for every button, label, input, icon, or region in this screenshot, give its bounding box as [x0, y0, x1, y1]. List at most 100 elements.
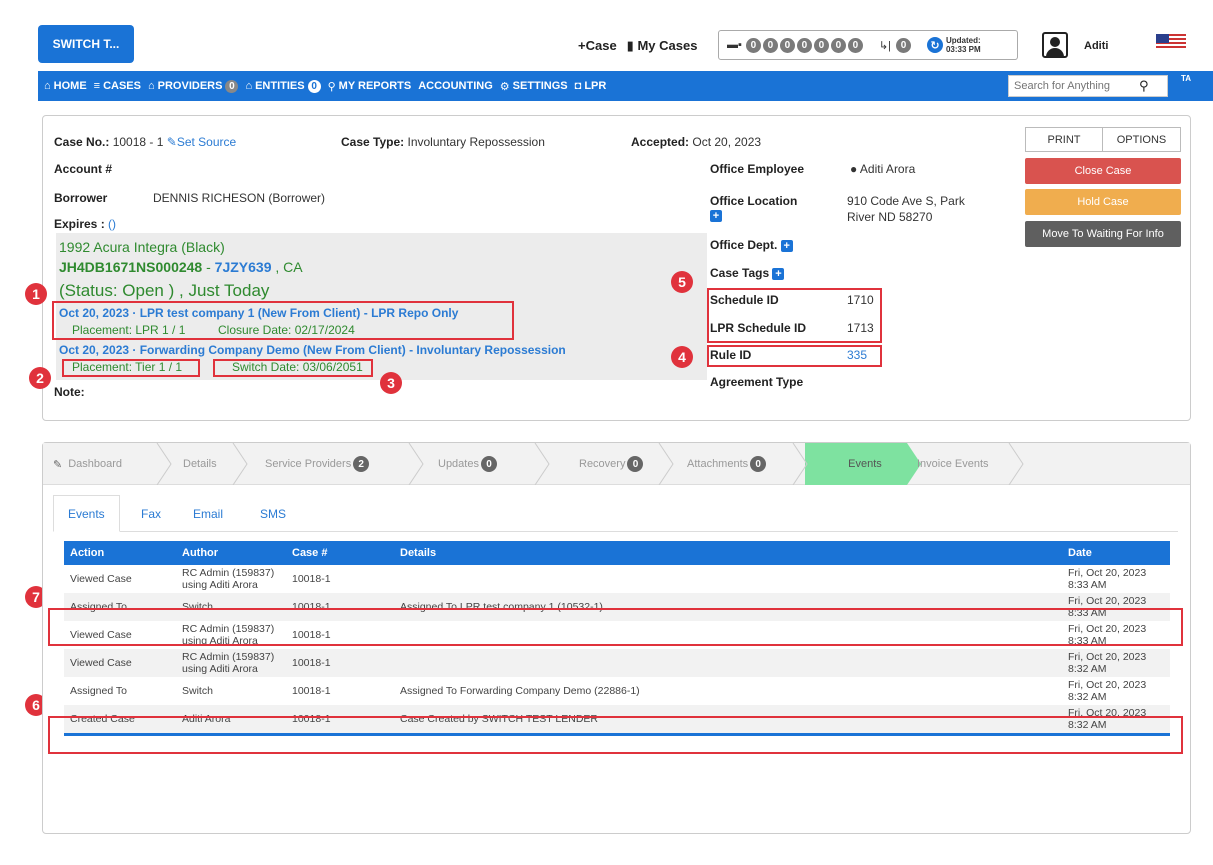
col-details[interactable]: Details: [394, 541, 1062, 565]
nav-providers[interactable]: ⌂ PROVIDERS 0: [148, 79, 239, 93]
username[interactable]: Aditi: [1084, 40, 1108, 52]
nav-entities-label: ENTITIES: [255, 80, 305, 92]
tab-events[interactable]: Events: [53, 495, 120, 532]
col-action[interactable]: Action: [64, 541, 176, 565]
case-no-label: Case No.:: [54, 135, 110, 149]
add-case-tag-icon[interactable]: +: [772, 268, 785, 280]
nav-lpr[interactable]: ◘ LPR: [575, 80, 607, 92]
case-number-row: Case No.: 10018 - 1 ✎Set Source: [54, 135, 236, 149]
hold-case-button[interactable]: Hold Case: [1025, 189, 1181, 215]
highlight-box-assignment-1: [52, 301, 514, 340]
note-label: Note:: [54, 385, 85, 399]
event-date-line2: 8:33 AM: [1068, 579, 1107, 591]
nav-home[interactable]: ⌂ HOME: [44, 80, 87, 92]
assignment-2-title[interactable]: Oct 20, 2023 · Forwarding Company Demo (…: [59, 343, 566, 357]
nav-cases-label: CASES: [103, 80, 141, 92]
nav-entities[interactable]: ⌂ ENTITIES 0: [245, 79, 321, 93]
event-author: RC Admin (159837) using Aditi Arora: [176, 649, 286, 677]
nav-cases[interactable]: ≡ CASES: [94, 80, 141, 92]
counter-digit: 0: [745, 37, 761, 53]
my-cases-link[interactable]: ▮ My Cases: [627, 38, 698, 54]
counter-digit: 0: [796, 37, 812, 53]
office-dept-row: Office Dept. +: [710, 238, 793, 252]
nav-my-reports-label: MY REPORTS: [338, 80, 412, 92]
refresh-icon[interactable]: ↻: [926, 37, 943, 53]
office-location-label: Office Location: [710, 194, 798, 208]
add-office-dept-icon[interactable]: +: [780, 240, 793, 252]
nav-settings-label: SETTINGS: [512, 80, 568, 92]
global-search: ⚲: [1008, 75, 1168, 97]
set-source-link[interactable]: Set Source: [177, 135, 236, 149]
agreement-type-label: Agreement Type: [710, 375, 804, 389]
options-button[interactable]: OPTIONS: [1103, 127, 1181, 152]
entities-count-badge: 0: [307, 79, 321, 93]
case-tags-label: Case Tags: [710, 266, 770, 280]
nav-settings[interactable]: ⚙ SETTINGS: [500, 80, 568, 93]
camera-icon: ◘: [574, 80, 582, 92]
event-author-line2: using Aditi Arora: [182, 663, 258, 675]
close-case-button[interactable]: Close Case: [1025, 158, 1181, 184]
event-action: Assigned To: [70, 685, 128, 697]
case-tags-row: Case Tags +: [710, 266, 785, 280]
home-icon: ⌂: [44, 80, 51, 92]
step-separators: [156, 443, 1024, 485]
event-date-line1: Fri, Oct 20, 2023: [1068, 651, 1147, 663]
nav-overflow[interactable]: TA: [1181, 74, 1191, 83]
col-author[interactable]: Author: [176, 541, 286, 565]
gear-icon: ⚙: [499, 80, 510, 93]
office-location-line1: 910 Code Ave S, Park: [847, 194, 965, 208]
office-employee-value: ● Aditi Arora: [850, 162, 916, 176]
expires-row: Expires : (): [54, 217, 116, 231]
tab-sms[interactable]: SMS: [260, 495, 286, 532]
print-button[interactable]: PRINT: [1025, 127, 1103, 152]
nav-accounting[interactable]: ACCOUNTING: [418, 80, 493, 92]
accepted-value: Oct 20, 2023: [692, 135, 762, 149]
us-flag-icon[interactable]: [1156, 34, 1186, 50]
callout-1: 1: [25, 283, 47, 305]
col-case[interactable]: Case #: [286, 541, 394, 565]
user-avatar-icon[interactable]: [1042, 32, 1068, 58]
event-details: [394, 565, 1062, 593]
highlight-box-rule-id: [707, 345, 882, 367]
event-case-link[interactable]: 10018-1: [286, 565, 394, 593]
move-to-waiting-button[interactable]: Move To Waiting For Info: [1025, 221, 1181, 247]
office-dept-label: Office Dept.: [710, 238, 778, 252]
events-header-row: Action Author Case # Details Date: [64, 541, 1170, 565]
event-case-link[interactable]: 10018-1: [286, 649, 394, 677]
add-office-location-icon[interactable]: +: [710, 210, 722, 222]
menu-icon: ≡: [93, 80, 101, 92]
new-case-link[interactable]: +Case: [578, 38, 617, 54]
app-switcher-button[interactable]: SWITCH T...: [38, 25, 134, 63]
plate-state: , CA: [271, 259, 303, 275]
updated-indicator[interactable]: ↻ Updated: 03:33 PM: [926, 36, 981, 54]
event-subtabs: Events Fax Email SMS: [53, 495, 1178, 532]
accepted-row: Accepted: Oct 20, 2023: [631, 135, 761, 149]
event-author-line2: using Aditi Arora: [182, 579, 258, 591]
account-label: Account #: [54, 162, 113, 176]
case-counter: ▬▪ 0 0 0 0 0 0 0 ↳| 0 ↻ Updated: 03:33 PM: [718, 30, 1018, 60]
expires-value[interactable]: (): [108, 217, 116, 231]
case-no-value: 10018 - 1: [112, 135, 164, 149]
pencil-icon: ✎: [166, 135, 177, 149]
nav-home-label: HOME: [53, 80, 87, 92]
briefcase-icon: ▮: [626, 38, 634, 53]
callout-5: 5: [671, 271, 693, 293]
search-input[interactable]: [1014, 80, 1139, 92]
event-details: [394, 649, 1062, 677]
vin-row: JH4DB1671NS000248 - 7JZY639 , CA: [59, 259, 303, 275]
counter-digit: 0: [830, 37, 846, 53]
plate-link[interactable]: 7JZY639: [215, 259, 272, 275]
tab-email[interactable]: Email: [193, 495, 223, 532]
event-author-line1: RC Admin (159837): [182, 567, 275, 579]
col-date[interactable]: Date: [1062, 541, 1170, 565]
nav-my-reports[interactable]: ⚲ MY REPORTS: [328, 80, 412, 93]
office-employee-label: Office Employee: [710, 162, 805, 176]
event-author-line1: RC Admin (159837): [182, 651, 275, 663]
case-status: (Status: Open ) , Just Today: [59, 281, 270, 300]
vehicle-description: 1992 Acura Integra (Black): [59, 239, 225, 255]
search-icon[interactable]: ⚲: [1139, 78, 1149, 94]
event-case-link[interactable]: 10018-1: [286, 677, 394, 705]
highlight-box-assigned-lpr: [48, 608, 1183, 646]
tab-fax[interactable]: Fax: [141, 495, 161, 532]
highlight-box-assigned-forwarding: [48, 716, 1183, 754]
